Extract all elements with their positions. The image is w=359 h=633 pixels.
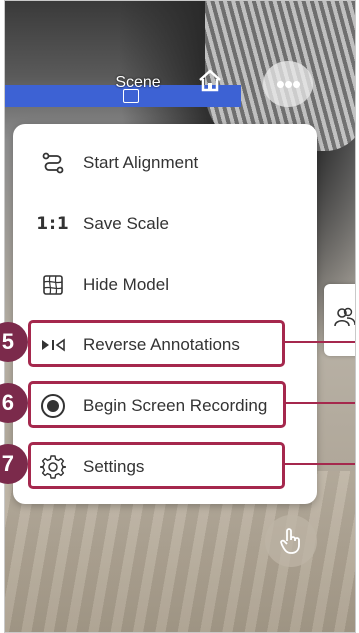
highlight-begin-screen-recording — [28, 381, 286, 428]
menu-item-save-scale[interactable]: 1:1 Save Scale — [13, 198, 317, 250]
callout-line-7 — [285, 463, 355, 465]
menu-item-hide-model[interactable]: Hide Model — [13, 259, 317, 311]
interact-hand-button[interactable] — [265, 515, 317, 567]
home-icon[interactable] — [197, 68, 223, 92]
mesh-model-icon — [39, 271, 67, 299]
more-options-button[interactable]: ••• — [263, 61, 313, 107]
menu-item-label: Hide Model — [83, 275, 169, 294]
users-icon — [334, 307, 355, 327]
ar-viewport[interactable]: Scene ••• Start Alignment 1:1 Save Scale… — [4, 0, 356, 633]
hand-pointer-icon — [280, 528, 300, 554]
users-panel-tab[interactable] — [324, 284, 355, 356]
menu-item-label: Start Alignment — [83, 153, 199, 172]
image-icon — [123, 89, 139, 103]
callout-line-6 — [286, 402, 355, 404]
menu-item-start-alignment[interactable]: Start Alignment — [13, 137, 317, 189]
alignment-path-icon — [39, 149, 67, 177]
menu-item-label: Save Scale — [83, 214, 169, 233]
highlight-settings — [28, 442, 285, 489]
scale-ratio-icon: 1:1 — [36, 214, 70, 234]
callout-line-5 — [285, 341, 355, 343]
highlight-reverse-annotations — [28, 320, 285, 367]
